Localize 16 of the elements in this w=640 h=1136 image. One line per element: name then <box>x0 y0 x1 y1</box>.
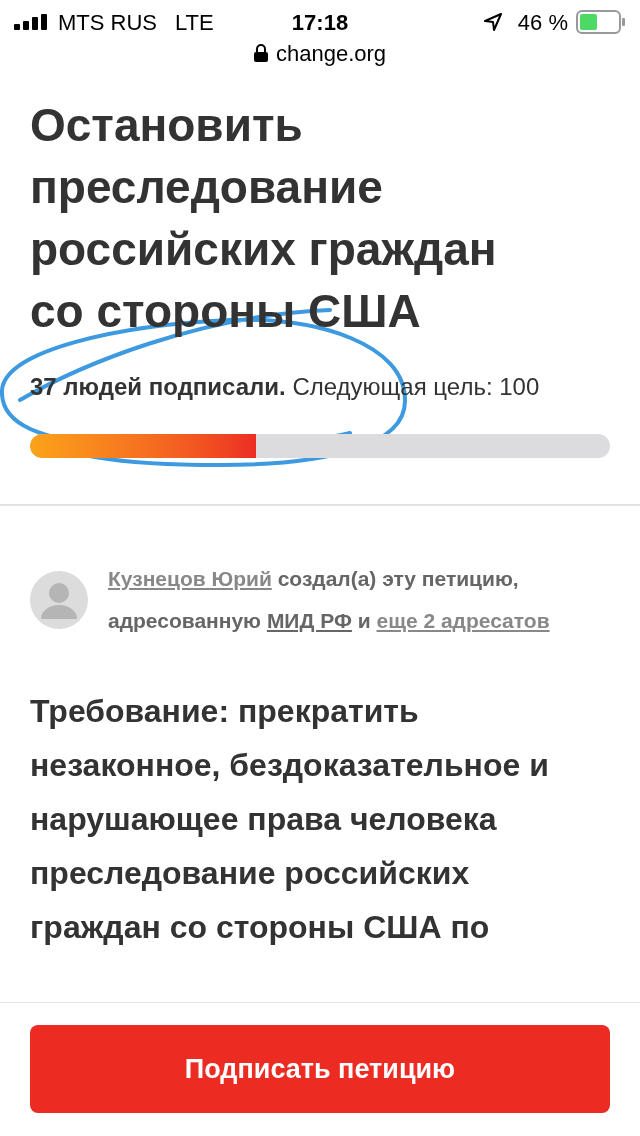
network-type: LTE <box>175 8 214 37</box>
location-arrow-icon <box>483 13 502 31</box>
lock-icon <box>253 44 268 62</box>
recipients-link[interactable]: еще 2 адресатов <box>376 609 550 632</box>
avatar-icon <box>30 571 88 629</box>
url-text[interactable]: change.org <box>275 36 387 70</box>
author-link[interactable]: Кузнецов Юрий <box>108 567 272 590</box>
sign-petition-button[interactable]: Подписать петицию <box>30 1025 610 1113</box>
clock: 17:18 <box>291 8 349 37</box>
carrier-name: MTS RUS <box>58 8 157 37</box>
petition-body: Требование: прекратить незаконное, бездоказательное и нарушающее права человека преследование российских граждан со стороны США по <box>29 692 550 947</box>
author-text: Кузнецов Юрий создал(а) эту петицию, адресованную МИД РФ и еще 2 адресатов <box>108 566 551 634</box>
battery-percent: 46 % <box>517 8 568 37</box>
battery-icon <box>576 10 626 34</box>
recipient-link[interactable]: МИД РФ <box>266 609 352 632</box>
signal-icon <box>14 14 50 30</box>
